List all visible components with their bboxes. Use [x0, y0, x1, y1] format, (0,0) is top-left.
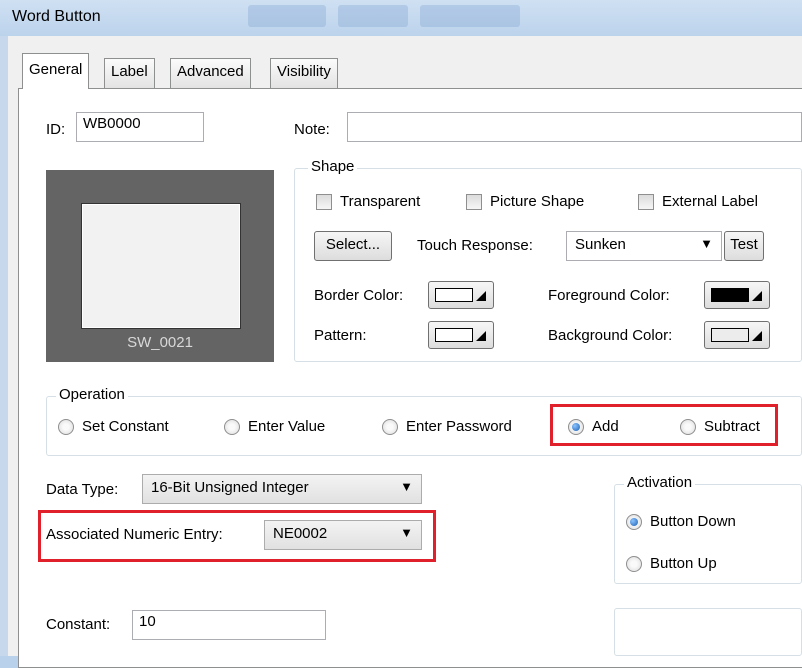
enter-value-radio[interactable] [224, 419, 240, 435]
chevron-down-icon: ▼ [700, 236, 713, 251]
picture-shape-label: Picture Shape [490, 193, 585, 210]
triangle-icon [476, 331, 486, 341]
enter-password-label: Enter Password [406, 418, 512, 435]
add-label: Add [592, 418, 619, 435]
external-label-checkbox[interactable] [638, 194, 654, 210]
associated-numeric-entry-value: NE0002 [273, 525, 328, 542]
touch-response-select[interactable]: Sunken ▼ [566, 231, 722, 261]
background-color-picker[interactable] [704, 321, 770, 349]
color-swatch [435, 288, 473, 302]
data-type-select[interactable]: 16-Bit Unsigned Integer ▼ [142, 474, 422, 504]
picture-shape-checkbox[interactable] [466, 194, 482, 210]
triangle-icon [752, 291, 762, 301]
pattern-swatch [435, 328, 473, 342]
color-swatch [711, 328, 749, 342]
external-label-label: External Label [662, 193, 758, 210]
color-swatch [711, 288, 749, 302]
foreground-color-picker[interactable] [704, 281, 770, 309]
id-label: ID: [46, 121, 66, 138]
subtract-radio[interactable] [680, 419, 696, 435]
pattern-picker[interactable] [428, 321, 494, 349]
preview-button-face [82, 204, 240, 328]
enter-value-label: Enter Value [248, 418, 326, 435]
transparent-label: Transparent [340, 193, 421, 210]
panel-content: ID: WB0000 Note: SW_0021 Shape Transpare… [0, 0, 802, 656]
chevron-down-icon: ▼ [400, 525, 413, 540]
data-type-label: Data Type: [46, 481, 119, 498]
button-down-radio[interactable] [626, 514, 642, 530]
shape-group-label: Shape [308, 158, 358, 175]
chevron-down-icon: ▼ [400, 479, 413, 494]
button-down-label: Button Down [650, 513, 736, 530]
data-type-value: 16-Bit Unsigned Integer [151, 479, 309, 496]
set-constant-label: Set Constant [82, 418, 169, 435]
triangle-icon [752, 331, 762, 341]
constant-label: Constant: [46, 616, 111, 633]
subtract-label: Subtract [704, 418, 760, 435]
triangle-icon [476, 291, 486, 301]
button-preview: SW_0021 [46, 170, 274, 362]
border-color-label: Border Color: [314, 287, 404, 304]
button-up-radio[interactable] [626, 556, 642, 572]
empty-group [614, 608, 802, 656]
constant-field[interactable]: 10 [132, 610, 326, 640]
button-up-label: Button Up [650, 555, 717, 572]
add-radio[interactable] [568, 419, 584, 435]
associated-numeric-entry-select[interactable]: NE0002 ▼ [264, 520, 422, 550]
transparent-checkbox[interactable] [316, 194, 332, 210]
preview-label: SW_0021 [127, 334, 193, 351]
border-color-picker[interactable] [428, 281, 494, 309]
touch-response-label: Touch Response: [417, 237, 533, 254]
operation-group-label: Operation [56, 386, 128, 403]
pattern-label: Pattern: [314, 327, 367, 344]
foreground-color-label: Foreground Color: [548, 287, 670, 304]
select-button[interactable]: Select... [314, 231, 392, 261]
test-button[interactable]: Test [724, 231, 764, 261]
note-field[interactable] [347, 112, 802, 142]
note-label: Note: [294, 121, 330, 138]
background-color-label: Background Color: [548, 327, 673, 344]
enter-password-radio[interactable] [382, 419, 398, 435]
touch-response-value: Sunken [575, 236, 626, 253]
associated-numeric-entry-label: Associated Numeric Entry: [46, 526, 223, 543]
set-constant-radio[interactable] [58, 419, 74, 435]
id-field[interactable]: WB0000 [76, 112, 204, 142]
activation-group-label: Activation [624, 474, 696, 491]
